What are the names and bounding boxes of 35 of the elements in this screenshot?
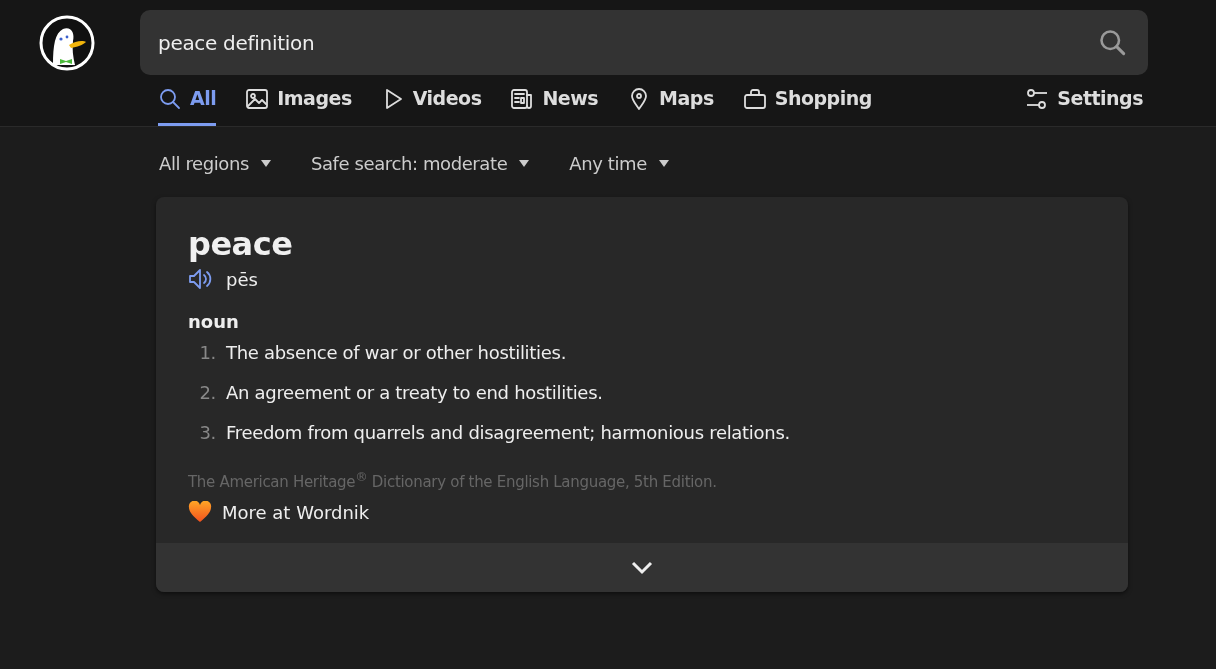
sense-number: 3. [198, 422, 216, 443]
caret-icon [658, 160, 669, 167]
sense-text: Freedom from quarrels and disagreement; harmonious relations. [226, 422, 790, 443]
duck-logo-icon[interactable] [39, 14, 95, 71]
settings-icon [1025, 87, 1050, 111]
sense-text: An agreement or a treaty to end hostilities. [226, 382, 603, 403]
search-icon[interactable] [1098, 28, 1126, 56]
part-of-speech: noun [188, 311, 240, 332]
search-field[interactable]: peace definition [140, 10, 1148, 75]
settings-button[interactable]: Settings [1025, 85, 1143, 126]
caret-icon [260, 160, 271, 167]
image-icon [245, 87, 270, 111]
tab[interactable]: Images [245, 85, 352, 126]
tab[interactable]: All [158, 85, 217, 126]
pronunciation: pēs [226, 268, 258, 290]
source-attribution: The American Heritage$^{®}$ Dictionary of the English Language, 5th Edition. [188, 469, 718, 491]
filter-dropdown[interactable]: Safe search: moderate [310, 153, 530, 174]
search-icon [158, 87, 182, 111]
speaker-icon[interactable] [188, 267, 214, 291]
filter-dropdown[interactable]: All regions [159, 153, 271, 174]
chevron-down-icon [631, 560, 653, 575]
newspaper-icon [510, 87, 535, 111]
sense-number: 1. [198, 342, 216, 363]
word-heading: peace [188, 225, 294, 263]
caret-icon [519, 160, 530, 167]
wordnik-link[interactable]: More at Wordnik [222, 501, 370, 523]
sense-text: The absence of war or other hostilities. [226, 342, 567, 363]
heart-icon [188, 501, 212, 523]
tab[interactable]: Maps [627, 85, 714, 126]
bag-icon [742, 87, 767, 111]
filter-dropdown[interactable]: Any time [569, 153, 669, 174]
tab[interactable]: News [510, 85, 599, 126]
tab[interactable]: Videos [380, 85, 482, 126]
tab[interactable]: Shopping [742, 85, 872, 126]
sense-number: 2. [198, 382, 216, 403]
